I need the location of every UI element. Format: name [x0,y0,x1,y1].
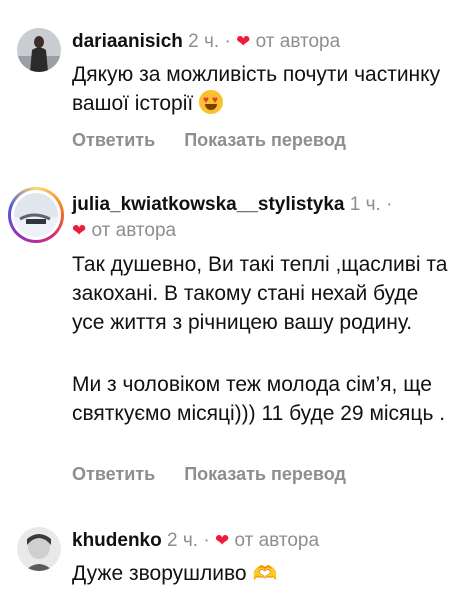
comment-time: 1 ч. [349,194,381,215]
comment-text-block: Дуже зворушливо 🫶 [72,559,448,589]
avatar[interactable] [17,527,61,571]
heart-icon: ❤ [72,221,87,240]
comment-text: Дякую за можливість почути частинку вашо… [72,63,441,115]
comment-username[interactable]: julia_kwiatkowska__stylistyka [72,194,345,215]
comment-time: 2 ч. [188,31,220,52]
author-label: от автора [255,31,341,52]
author-label: от автора [91,220,177,241]
heart-eyes-emoji: ♥ ♥ [199,90,224,114]
avatar[interactable] [17,28,61,72]
comment-time: 2 ч. [167,530,199,551]
reply-button[interactable]: Ответить [72,464,155,484]
separator-dot: · [203,530,210,551]
comment-text: Так душевно, Ви такі теплі ,щасливі та з… [72,253,448,334]
heart-icon: ❤ [214,531,230,550]
comment-text-block: Дякую за можливість почути частинку вашо… [72,60,448,118]
comment-text: Ми з чоловіком теж молода сім’я, ще свят… [72,373,446,425]
comment-text: Дуже зворушливо [72,562,247,585]
comment-username[interactable]: dariaanisich [72,31,183,52]
show-translation-button[interactable]: Показать перевод [184,464,346,484]
reply-button[interactable]: Ответить [72,130,155,150]
heart-icon: ❤ [236,32,251,51]
heart-hands-emoji: 🫶 [252,563,278,585]
author-label: от автора [234,530,320,551]
separator-dot: · [224,31,231,52]
avatar-story-ring[interactable] [8,187,64,243]
separator-dot: · [386,194,393,215]
show-translation-button[interactable]: Показать перевод [184,130,346,150]
comment-username[interactable]: khudenko [72,530,162,551]
avatar[interactable] [14,193,58,237]
